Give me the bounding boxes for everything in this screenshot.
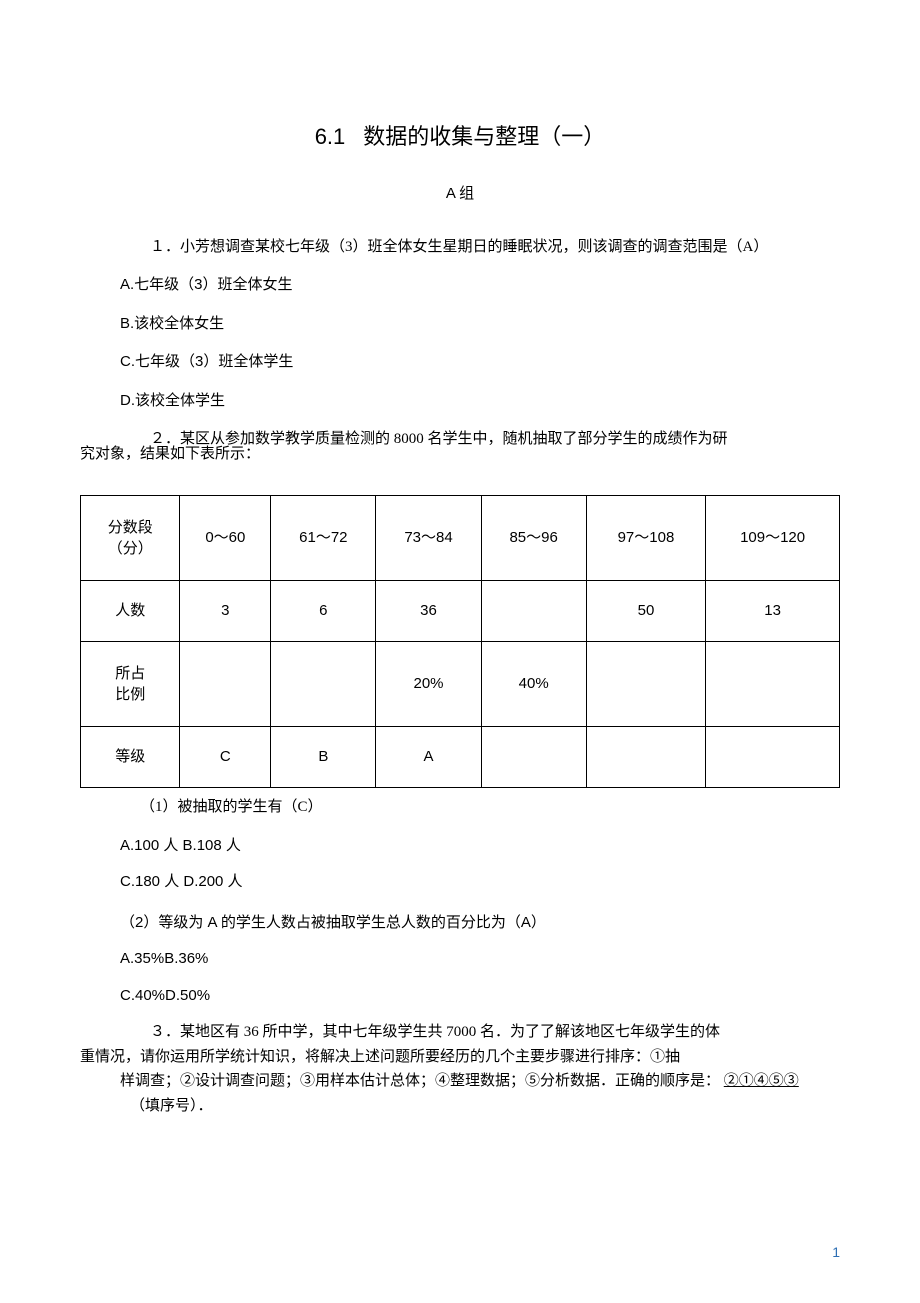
row-percent-v1 xyxy=(180,642,271,727)
header-score-range-l1: 分数段 xyxy=(87,517,173,538)
q1-stem: １．小芳想调查某校七年级（3）班全体女生星期日的睡眠状况，则该调查的调查范围是（… xyxy=(120,236,840,259)
q2-sub1-options-line1: A.100 人 B.108 人 xyxy=(120,835,840,858)
row-percent-label-l2: 比例 xyxy=(87,684,173,705)
header-c5: 97～108 xyxy=(586,496,705,581)
q3-line4: （填序号）． xyxy=(130,1095,840,1118)
row-percent-v3: 20% xyxy=(376,642,481,727)
row-percent-label: 所占 比例 xyxy=(81,642,180,727)
q2-table: 分数段 （分） 0～60 61～72 73～84 85～96 97～108 10… xyxy=(80,495,840,788)
q3-line1: ３．某地区有 36 所中学，其中七年级学生共 7000 名．为了了解该地区七年级… xyxy=(120,1021,840,1044)
section-title: 数据的收集与整理（一） xyxy=(363,124,605,149)
row-grade-v2: B xyxy=(271,727,376,788)
row-percent-v6 xyxy=(706,642,840,727)
table-header-row: 分数段 （分） 0～60 61～72 73～84 85～96 97～108 10… xyxy=(81,496,840,581)
header-c2: 61～72 xyxy=(271,496,376,581)
q2-sub2-options-line2: C.40%D.50% xyxy=(120,985,840,1008)
row-percent-v4: 40% xyxy=(481,642,586,727)
header-c3: 73～84 xyxy=(376,496,481,581)
row-grade-label: 等级 xyxy=(81,727,180,788)
row-count-v3: 36 xyxy=(376,581,481,642)
row-percent-v5 xyxy=(586,642,705,727)
row-count-v4 xyxy=(481,581,586,642)
page-title: 6.1 数据的收集与整理（一） xyxy=(80,120,840,153)
row-count-v1: 3 xyxy=(180,581,271,642)
table-row-grade: 等级 C B A xyxy=(81,727,840,788)
row-grade-v3: A xyxy=(376,727,481,788)
row-grade-v4 xyxy=(481,727,586,788)
page: 6.1 数据的收集与整理（一） A 组 １．小芳想调查某校七年级（3）班全体女生星… xyxy=(0,0,920,1303)
row-grade-v5 xyxy=(586,727,705,788)
header-score-range: 分数段 （分） xyxy=(81,496,180,581)
q1-option-c: C.七年级（3）班全体学生 xyxy=(120,351,840,374)
q2-sub1-options-line2: C.180 人 D.200 人 xyxy=(120,871,840,894)
row-grade-v6 xyxy=(706,727,840,788)
row-count-v2: 6 xyxy=(271,581,376,642)
q3-line3: 样调查；②设计调查问题；③用样本估计总体；④整理数据；⑤分析数据．正确的顺序是：… xyxy=(120,1070,840,1093)
q1-option-a: A.七年级（3）班全体女生 xyxy=(120,274,840,297)
q2-sub1-stem: （1）被抽取的学生有（C） xyxy=(140,796,840,819)
header-score-range-l2: （分） xyxy=(87,538,173,559)
q1-option-d: D.该校全体学生 xyxy=(120,390,840,413)
page-number: 1 xyxy=(832,1242,840,1263)
section-number: 6.1 xyxy=(315,124,346,149)
row-count-v6: 13 xyxy=(706,581,840,642)
row-percent-label-l1: 所占 xyxy=(87,663,173,684)
header-c6: 109～120 xyxy=(706,496,840,581)
q3-block: ３．某地区有 36 所中学，其中七年级学生共 7000 名．为了了解该地区七年级… xyxy=(80,1021,840,1117)
q3-line3-text: 样调查；②设计调查问题；③用样本估计总体；④整理数据；⑤分析数据．正确的顺序是： xyxy=(120,1073,720,1089)
table-row-count: 人数 3 6 36 50 13 xyxy=(81,581,840,642)
q2-sub2-stem: （2）等级为 A 的学生人数占被抽取学生总人数的百分比为（A） xyxy=(120,912,840,935)
header-c4: 85～96 xyxy=(481,496,586,581)
row-grade-v1: C xyxy=(180,727,271,788)
table-row-percent: 所占 比例 20% 40% xyxy=(81,642,840,727)
row-count-label: 人数 xyxy=(81,581,180,642)
row-percent-v2 xyxy=(271,642,376,727)
row-count-v5: 50 xyxy=(586,581,705,642)
q3-answer: ②①④⑤③ xyxy=(724,1073,799,1089)
q2-sub2-options-line1: A.35%B.36% xyxy=(120,948,840,971)
q3-line2: 重情况，请你运用所学统计知识，将解决上述问题所要经历的几个主要步骤进行排序：①抽 xyxy=(80,1046,840,1069)
group-label: A 组 xyxy=(80,183,840,206)
q1-option-b: B.该校全体女生 xyxy=(120,313,840,336)
header-c1: 0～60 xyxy=(180,496,271,581)
